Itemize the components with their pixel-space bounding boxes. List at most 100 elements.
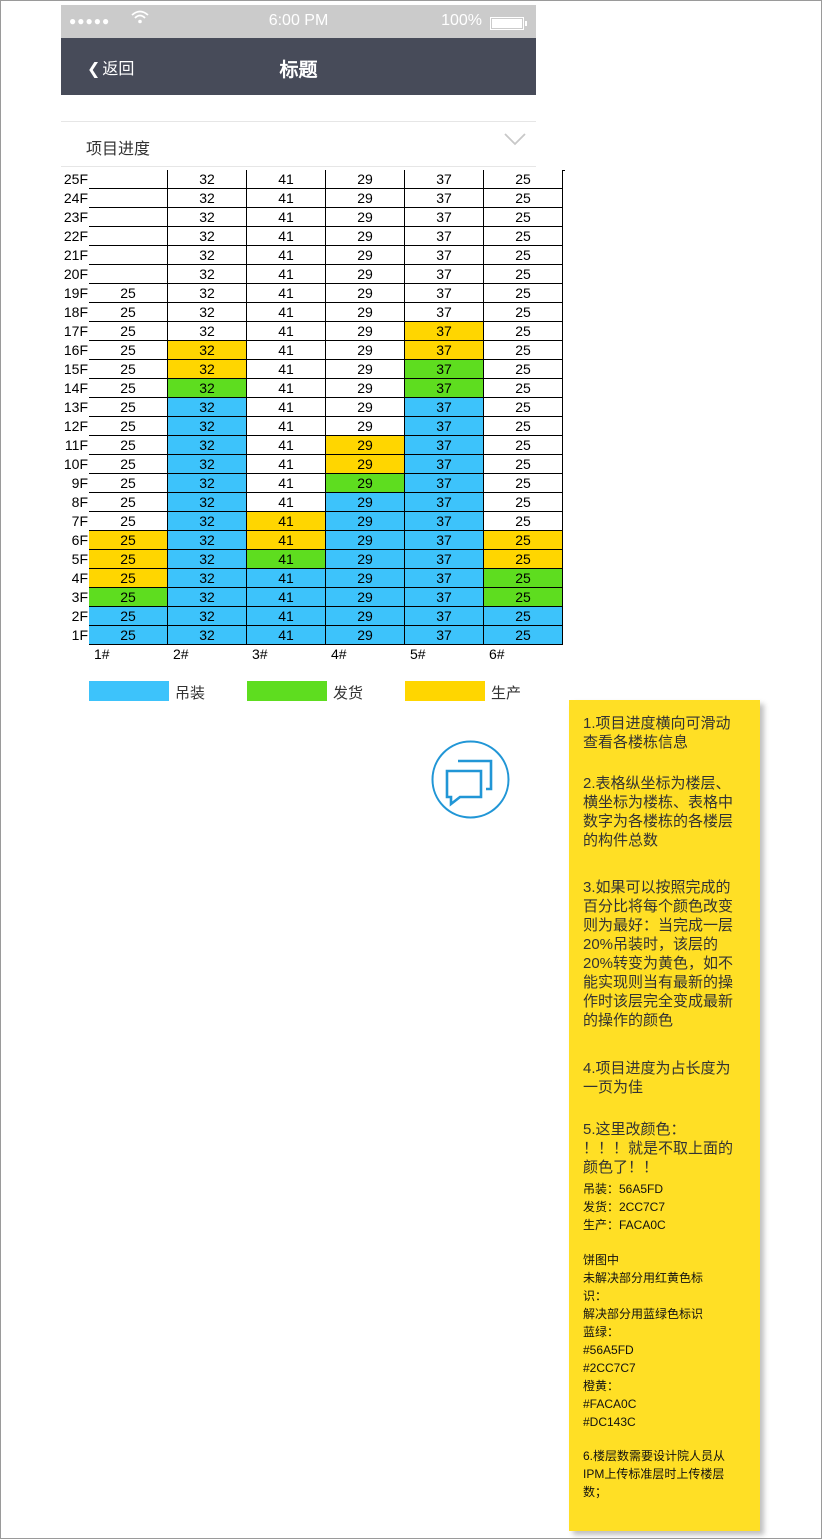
grid-cell: 32 [168, 626, 247, 645]
grid-cell: 25 [484, 455, 563, 474]
legend-swatch [247, 681, 327, 701]
grid-cell: 25 [89, 474, 168, 493]
floor-label: 17F [63, 323, 88, 339]
legend-swatch [405, 681, 485, 701]
grid-cell: 25 [484, 626, 563, 645]
grid-cell: 41 [247, 265, 326, 284]
floor-label: 1F [71, 627, 88, 643]
grid-cell: 32 [168, 493, 247, 512]
floor-label: 10F [63, 456, 88, 472]
note-item-5: 5.这里改颜色： ！！！就是不取上面的 颜色了！！ [583, 1121, 734, 1176]
grid-cell: 32 [168, 417, 247, 436]
grid-cell: 25 [484, 379, 563, 398]
grid-cell: 37 [405, 493, 484, 512]
battery-percent: 100% [441, 12, 482, 29]
grid-cell: 37 [405, 417, 484, 436]
grid-cell: 41 [247, 436, 326, 455]
grid-cell: 29 [326, 341, 405, 360]
floor-label: 5F [71, 551, 88, 567]
grid-cell: 25 [89, 550, 168, 569]
grid-cell: 25 [89, 493, 168, 512]
chevron-down-icon[interactable] [504, 132, 526, 146]
floor-label: 15F [63, 361, 88, 377]
grid-cell: 32 [168, 550, 247, 569]
building-label: 6# [489, 646, 505, 662]
grid-cell: 32 [168, 284, 247, 303]
grid-cell: 25 [484, 284, 563, 303]
grid-cell: 41 [247, 341, 326, 360]
floor-label: 20F [63, 266, 88, 282]
floor-label: 16F [63, 342, 88, 358]
progress-grid: 32 41 29 37 25 32 41 29 37 25 32 41 29 37 25 32 41 29 37 25… [89, 170, 565, 645]
grid-cell: 25 [484, 322, 563, 341]
grid-cell: 29 [326, 303, 405, 322]
grid-cell: 29 [326, 246, 405, 265]
grid-cell: 37 [405, 189, 484, 208]
grid-cell: 29 [326, 531, 405, 550]
battery-icon [490, 17, 527, 30]
floor-label: 24F [63, 190, 88, 206]
grid-cell: 25 [89, 455, 168, 474]
grid-cell: 25 [484, 569, 563, 588]
floor-label: 25F [63, 171, 88, 187]
grid-cell: 25 [484, 360, 563, 379]
grid-cell: 25 [484, 246, 563, 265]
grid-cell: 32 [168, 607, 247, 626]
floor-label: 6F [71, 532, 88, 548]
grid-cell: 29 [326, 379, 405, 398]
floor-label: 8F [71, 494, 88, 510]
section-title: 项目进度 [86, 141, 151, 158]
grid-cell [89, 265, 168, 284]
grid-cell: 37 [405, 436, 484, 455]
grid-cell: 32 [168, 512, 247, 531]
floor-label: 12F [63, 418, 88, 434]
grid-cell: 37 [405, 474, 484, 493]
nav-bar: ❮ 返回 标题 [61, 38, 536, 95]
grid-cell: 25 [89, 417, 168, 436]
project-progress-header[interactable]: 项目进度 [61, 121, 536, 167]
chat-icon[interactable] [431, 740, 510, 819]
floor-label: 7F [71, 513, 88, 529]
grid-cell: 41 [247, 322, 326, 341]
grid-cell: 25 [89, 284, 168, 303]
grid-cell: 32 [168, 322, 247, 341]
note-item-4: 4.项目进度为占长度为 一页为佳 [583, 1060, 731, 1096]
grid-cell: 29 [326, 170, 405, 189]
grid-cell: 32 [168, 531, 247, 550]
grid-cell: 25 [484, 227, 563, 246]
grid-cell: 41 [247, 607, 326, 626]
grid-cell: 25 [89, 588, 168, 607]
building-label: 2# [173, 646, 189, 662]
grid-cell: 32 [168, 436, 247, 455]
grid-cell: 25 [89, 531, 168, 550]
grid-cell: 32 [168, 379, 247, 398]
grid-cell: 25 [484, 493, 563, 512]
floor-label: 21F [63, 247, 88, 263]
grid-cell: 32 [168, 588, 247, 607]
grid-cell: 25 [484, 303, 563, 322]
grid-cell: 37 [405, 341, 484, 360]
grid-cell: 25 [484, 531, 563, 550]
grid-cell: 41 [247, 455, 326, 474]
legend-label: 发货 [333, 685, 364, 702]
floor-label: 19F [63, 285, 88, 301]
grid-cell: 25 [484, 512, 563, 531]
grid-cell [89, 170, 168, 189]
grid-cell: 25 [89, 512, 168, 531]
grid-cell: 29 [326, 265, 405, 284]
grid-cell: 32 [168, 227, 247, 246]
grid-cell: 25 [89, 398, 168, 417]
grid-cell: 25 [484, 588, 563, 607]
grid-cell: 29 [326, 360, 405, 379]
grid-cell: 41 [247, 569, 326, 588]
grid-cell: 25 [89, 360, 168, 379]
grid-cell: 37 [405, 626, 484, 645]
grid-cell: 25 [484, 265, 563, 284]
grid-cell: 32 [168, 303, 247, 322]
annotation-note: 1.项目进度横向可滑动 查看各楼栋信息 2.表格纵坐标为楼层、 横坐标为楼栋、表… [569, 700, 760, 1531]
grid-cell: 37 [405, 607, 484, 626]
grid-cell: 25 [484, 474, 563, 493]
status-bar: ●●●●● 6:00 PM 100% [61, 5, 536, 38]
grid-cell [89, 246, 168, 265]
grid-cell: 32 [168, 455, 247, 474]
